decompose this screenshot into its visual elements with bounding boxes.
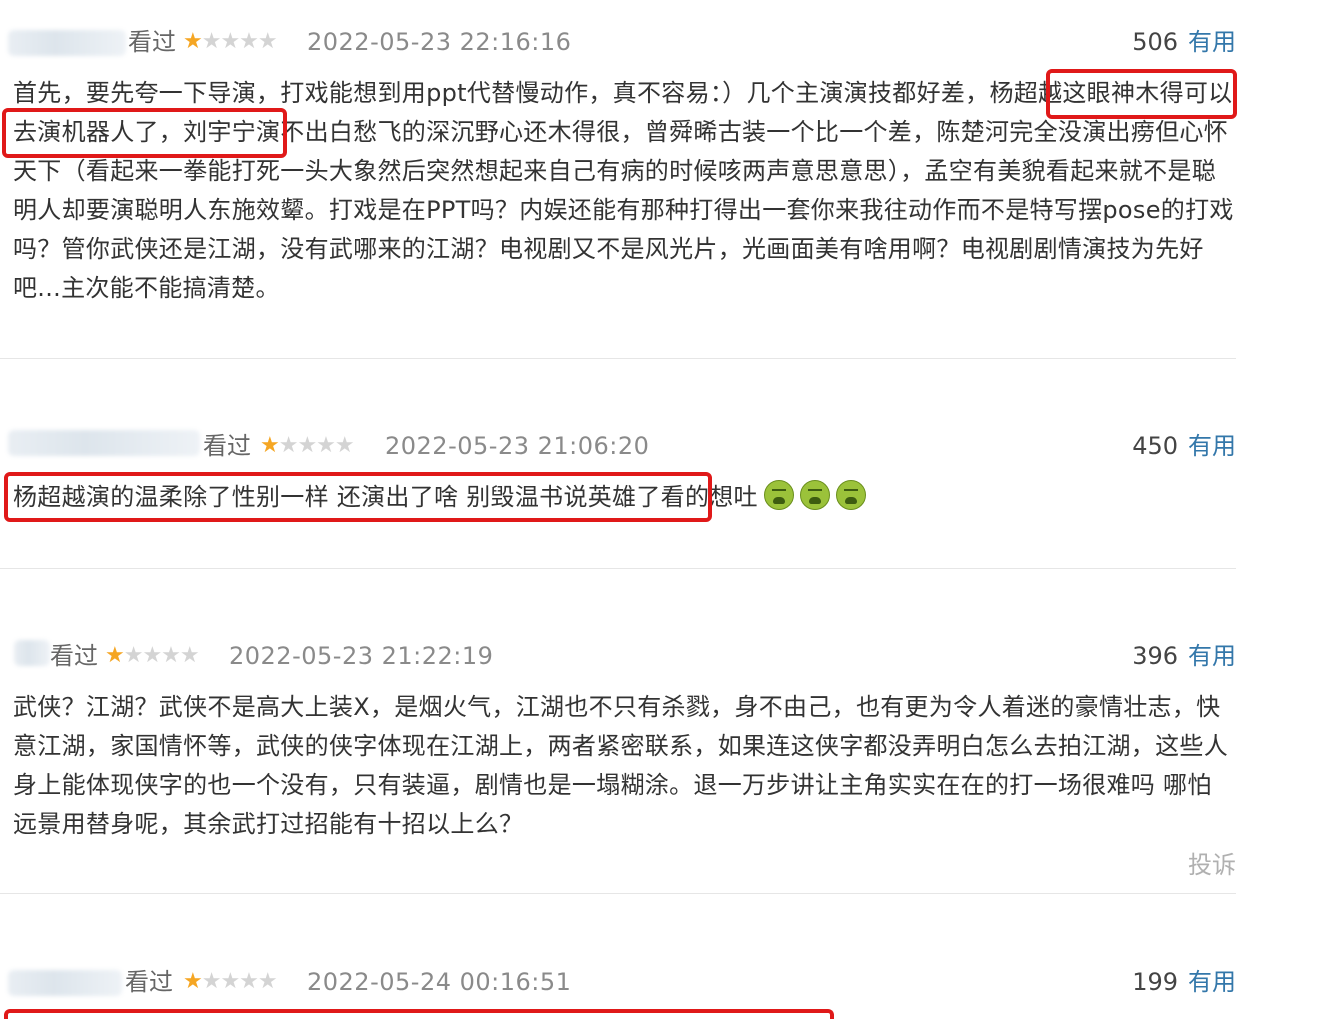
- nauseated-face-icon: [835, 480, 866, 510]
- rating-stars: ★★★★★: [183, 27, 278, 57]
- report-button[interactable]: 投诉: [1188, 850, 1236, 880]
- star-filled-icon: ★: [260, 433, 280, 458]
- review-date: 2022-05-24 00:16:51: [307, 968, 572, 996]
- vote-count: 450 有用: [1132, 431, 1236, 461]
- rating-stars: ★★★★★: [105, 641, 200, 671]
- star-filled-icon: ★: [105, 643, 125, 668]
- review-divider: [0, 568, 1236, 569]
- vote-number: 506: [1132, 28, 1178, 56]
- useful-button[interactable]: 有用: [1188, 968, 1236, 996]
- review-date: 2022-05-23 22:16:16: [307, 28, 572, 56]
- nauseated-face-icon: [799, 480, 830, 510]
- review-text: 武侠？江湖？武侠不是高大上装X，是烟火气，江湖也不只有杀戮，身不由己，也有更为令…: [13, 693, 1228, 838]
- vote-count: 396 有用: [1132, 641, 1236, 671]
- review-divider: [0, 358, 1236, 359]
- seen-label: 看过: [128, 28, 176, 56]
- blurred-username: [14, 640, 50, 666]
- nauseated-face-icon: [763, 480, 794, 510]
- star-filled-icon: ★: [183, 969, 203, 994]
- vote-number: 450: [1132, 432, 1178, 460]
- highlight-box: [4, 1009, 834, 1019]
- blurred-username: [8, 30, 126, 56]
- vote-number: 199: [1132, 968, 1178, 996]
- star-filled-icon: ★: [183, 29, 203, 54]
- rating-stars: ★★★★★: [183, 967, 278, 997]
- star-empty-icon: ★★★★: [278, 433, 355, 458]
- vote-count: 506 有用: [1132, 27, 1236, 57]
- star-empty-icon: ★★★★: [201, 969, 278, 994]
- vote-number: 396: [1132, 642, 1178, 670]
- star-empty-icon: ★★★★: [201, 29, 278, 54]
- highlight-box: [1046, 69, 1237, 119]
- rating-stars: ★★★★★: [260, 431, 355, 461]
- seen-label: 看过: [125, 968, 173, 996]
- useful-button[interactable]: 有用: [1188, 28, 1236, 56]
- vote-count: 199 有用: [1132, 967, 1236, 997]
- seen-label: 看过: [50, 642, 98, 670]
- useful-button[interactable]: 有用: [1188, 432, 1236, 460]
- star-empty-icon: ★★★★: [123, 643, 200, 668]
- useful-button[interactable]: 有用: [1188, 642, 1236, 670]
- review-date: 2022-05-23 21:22:19: [229, 642, 494, 670]
- highlight-box: [2, 108, 287, 158]
- review-divider: [0, 893, 1236, 894]
- review-date: 2022-05-23 21:06:20: [385, 432, 650, 460]
- blurred-username: [8, 430, 200, 456]
- blurred-username: [8, 970, 122, 996]
- seen-label: 看过: [203, 432, 251, 460]
- highlight-box: [4, 472, 712, 522]
